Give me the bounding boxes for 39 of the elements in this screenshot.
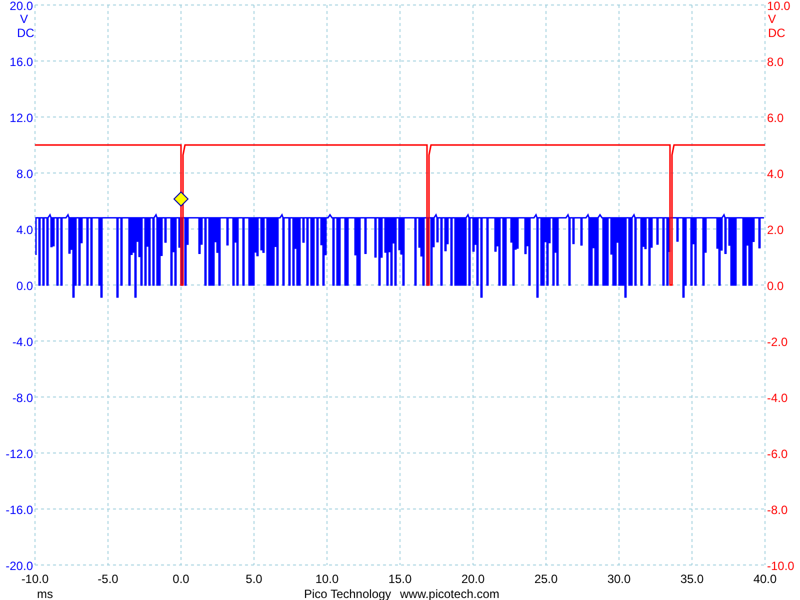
axis-label: -8.0 — [12, 391, 33, 405]
axis-label: -10.0 — [767, 559, 794, 573]
axis-label: -16.0 — [6, 503, 33, 517]
axis-label: 25.0 — [534, 572, 558, 586]
axis-label: 20.0 — [10, 0, 33, 13]
axis-label: -4.0 — [767, 391, 788, 405]
coupling-label: DC — [17, 26, 34, 40]
axis-label: -12.0 — [6, 447, 33, 461]
axis-label: -20.0 — [6, 559, 33, 573]
axis-label: -2.0 — [767, 335, 788, 349]
axis-label: 20.0 — [461, 572, 485, 586]
axis-label: -5.0 — [98, 572, 118, 586]
axis-label: -4.0 — [12, 335, 33, 349]
axis-label: 6.0 — [767, 111, 784, 125]
axis-label: 2.0 — [767, 223, 784, 237]
axis-label: 10.0 — [767, 0, 790, 13]
axis-label: -10.0 — [21, 572, 49, 586]
axis-label: 10.0 — [315, 572, 339, 586]
axis-label: 15.0 — [388, 572, 412, 586]
axis-label: 8.0 — [16, 167, 33, 181]
axis-label: 40.0 — [753, 572, 777, 586]
axis-label: 16.0 — [10, 55, 33, 69]
axis-label: -8.0 — [767, 503, 788, 517]
axis-label: 0.0 — [16, 279, 33, 293]
axis-label: 12.0 — [10, 111, 33, 125]
coupling-label: DC — [768, 26, 786, 40]
axis-label: 8.0 — [767, 55, 784, 69]
axis-label: 35.0 — [680, 572, 704, 586]
unit-label: V — [768, 12, 776, 26]
unit-label: ms — [37, 587, 53, 600]
axis-label: 4.0 — [767, 167, 784, 181]
axis-label: 0.0 — [767, 279, 784, 293]
axis-label: 4.0 — [16, 223, 33, 237]
unit-label: V — [20, 12, 28, 26]
axis-label: 30.0 — [607, 572, 631, 586]
axis-label: 0.0 — [172, 572, 190, 586]
axis-label: 5.0 — [246, 572, 262, 586]
axis-label: -6.0 — [767, 447, 788, 461]
trigger-marker-icon[interactable] — [173, 191, 189, 207]
